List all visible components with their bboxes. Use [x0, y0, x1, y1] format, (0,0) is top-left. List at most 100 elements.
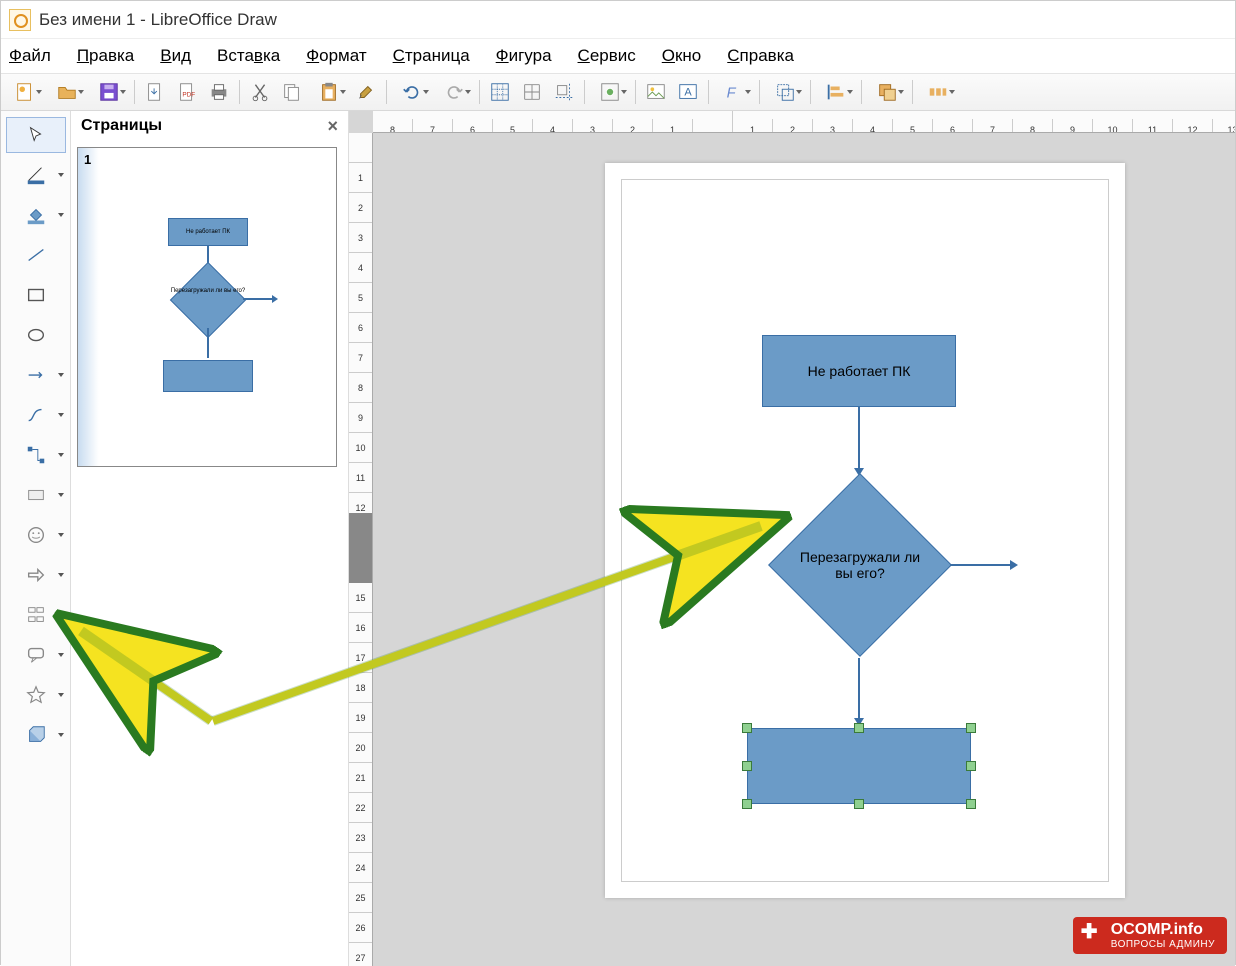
resize-handle[interactable]: [966, 799, 976, 809]
paste-button[interactable]: [309, 78, 349, 106]
separator: [635, 80, 636, 104]
undo-button[interactable]: [392, 78, 432, 106]
menu-вставка[interactable]: Вставка: [217, 46, 280, 66]
svg-text:PDF: PDF: [182, 92, 195, 99]
line-color-tool[interactable]: [6, 157, 66, 193]
copy-button[interactable]: [277, 78, 307, 106]
connector-line[interactable]: [858, 407, 860, 470]
page: Не работает ПК Перезагружали ли вы его?: [605, 163, 1125, 898]
separator: [912, 80, 913, 104]
line-tool[interactable]: [6, 237, 66, 273]
connector-line[interactable]: [950, 564, 1010, 566]
menu-файл[interactable]: Файл: [9, 46, 51, 66]
separator: [134, 80, 135, 104]
flowchart-box1-text: Не работает ПК: [808, 363, 911, 379]
resize-handle[interactable]: [742, 799, 752, 809]
menu-формат[interactable]: Формат: [306, 46, 366, 66]
svg-text:F: F: [727, 86, 737, 102]
menu-вид[interactable]: Вид: [160, 46, 191, 66]
new-button[interactable]: [5, 78, 45, 106]
svg-text:A: A: [684, 87, 692, 99]
flowchart-process-box[interactable]: Не работает ПК: [762, 335, 956, 407]
select-tool[interactable]: [6, 117, 66, 153]
resize-handle[interactable]: [966, 761, 976, 771]
flowchart-tool[interactable]: [6, 597, 66, 633]
ellipse-tool[interactable]: [6, 317, 66, 353]
ruler-scroll-thumb[interactable]: [349, 513, 373, 583]
arrow-line-tool[interactable]: [6, 357, 66, 393]
menu-справка[interactable]: Справка: [727, 46, 794, 66]
snap-grid-button[interactable]: [517, 78, 547, 106]
flowchart-decision-diamond[interactable]: Перезагружали ли вы его?: [768, 473, 952, 657]
watermark-main: OCOMP.info: [1111, 921, 1203, 938]
menu-bar: Файл Правка Вид Вставка Формат Страница Фигура…: [1, 39, 1235, 73]
export-button[interactable]: [140, 78, 170, 106]
page-margins: Не работает ПК Перезагружали ли вы его?: [621, 179, 1109, 882]
drawing-toolbox: [1, 111, 71, 966]
block-arrow-tool[interactable]: [6, 557, 66, 593]
separator: [386, 80, 387, 104]
resize-handle[interactable]: [966, 723, 976, 733]
zoom-button[interactable]: [590, 78, 630, 106]
cut-button[interactable]: [245, 78, 275, 106]
callout-tool[interactable]: [6, 637, 66, 673]
connector-tool[interactable]: [6, 437, 66, 473]
resize-handle[interactable]: [742, 761, 752, 771]
horizontal-ruler: 8765432112345678910111213141516171819202…: [373, 111, 1235, 133]
grid-toggle-button[interactable]: [485, 78, 515, 106]
pages-panel: Страницы × 1 Не работает ПК Перезагружал…: [71, 111, 349, 966]
transform-button[interactable]: [765, 78, 805, 106]
title-bar: Без имени 1 - LibreOffice Draw: [1, 1, 1235, 39]
redo-button[interactable]: [434, 78, 474, 106]
resize-handle[interactable]: [854, 723, 864, 733]
page-number: 1: [84, 152, 91, 167]
separator: [584, 80, 585, 104]
symbol-shapes-tool[interactable]: [6, 517, 66, 553]
flowchart-decision-text: Перезагружали ли вы его?: [796, 549, 924, 581]
resize-handle[interactable]: [854, 799, 864, 809]
resize-handle[interactable]: [742, 723, 752, 733]
fontwork-button[interactable]: F: [714, 78, 754, 106]
pages-panel-header: Страницы ×: [71, 111, 348, 141]
clone-format-button[interactable]: [351, 78, 381, 106]
arrowhead-icon: [1010, 560, 1018, 570]
separator: [810, 80, 811, 104]
main-area: Страницы × 1 Не работает ПК Перезагружал…: [1, 111, 1235, 966]
page-thumbnail[interactable]: 1 Не работает ПК Перезагружали ли вы его…: [77, 147, 337, 467]
standard-toolbar: PDF A F: [1, 73, 1235, 111]
distribute-button[interactable]: [918, 78, 958, 106]
canvas-area: 8765432112345678910111213141516171819202…: [349, 111, 1235, 966]
save-button[interactable]: [89, 78, 129, 106]
drawing-canvas[interactable]: Не работает ПК Перезагружали ли вы его?: [373, 133, 1235, 966]
star-tool[interactable]: [6, 677, 66, 713]
watermark-sub: ВОПРОСЫ АДМИНУ: [1111, 939, 1215, 950]
flowchart-process-box-selected[interactable]: [747, 728, 971, 804]
align-button[interactable]: [816, 78, 856, 106]
basic-shapes-tool[interactable]: [6, 477, 66, 513]
menu-фигура[interactable]: Фигура: [496, 46, 552, 66]
watermark-badge: OCOMP.info ВОПРОСЫ АДМИНУ: [1073, 917, 1227, 954]
print-button[interactable]: [204, 78, 234, 106]
3d-tool[interactable]: [6, 717, 66, 753]
menu-сервис[interactable]: Сервис: [578, 46, 636, 66]
separator: [479, 80, 480, 104]
close-panel-icon[interactable]: ×: [327, 116, 338, 137]
fill-color-tool[interactable]: [6, 197, 66, 233]
curve-tool[interactable]: [6, 397, 66, 433]
connector-line[interactable]: [858, 658, 860, 720]
arrange-button[interactable]: [867, 78, 907, 106]
separator: [239, 80, 240, 104]
helplines-button[interactable]: [549, 78, 579, 106]
open-button[interactable]: [47, 78, 87, 106]
separator: [708, 80, 709, 104]
menu-окно[interactable]: Окно: [662, 46, 702, 66]
insert-image-button[interactable]: [641, 78, 671, 106]
menu-страница[interactable]: Страница: [393, 46, 470, 66]
separator: [759, 80, 760, 104]
menu-правка[interactable]: Правка: [77, 46, 134, 66]
app-icon: [9, 9, 31, 31]
export-pdf-button[interactable]: PDF: [172, 78, 202, 106]
insert-textbox-button[interactable]: A: [673, 78, 703, 106]
rectangle-tool[interactable]: [6, 277, 66, 313]
separator: [861, 80, 862, 104]
